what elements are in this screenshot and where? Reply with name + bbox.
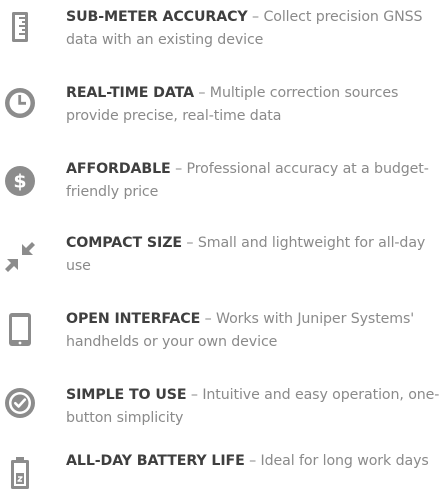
- dollar-icon: $: [3, 164, 37, 198]
- feature-text: REAL-TIME DATA – Multiple correction sou…: [66, 82, 442, 128]
- feature-text: AFFORDABLE – Professional accuracy at a …: [66, 158, 442, 204]
- feature-title: SIMPLE TO USE: [66, 387, 187, 403]
- feature-separator: –: [186, 387, 203, 403]
- checkmark-circle-icon: [3, 386, 37, 420]
- phone-device-icon: [3, 312, 37, 346]
- feature-text: SIMPLE TO USE – Intuitive and easy opera…: [66, 384, 442, 430]
- feature-text: ALL-DAY BATTERY LIFE – Ideal for long wo…: [66, 450, 442, 473]
- feature-separator: –: [181, 235, 198, 251]
- feature-text: COMPACT SIZE – Small and lightweight for…: [66, 232, 442, 278]
- feature-separator: –: [170, 161, 187, 177]
- feature-title: AFFORDABLE: [66, 161, 171, 177]
- feature-text: SUB-METER ACCURACY – Collect precision G…: [66, 6, 442, 52]
- feature-title: REAL-TIME DATA: [66, 85, 194, 101]
- feature-title: OPEN INTERFACE: [66, 311, 201, 327]
- compress-arrows-icon: [3, 240, 37, 274]
- ruler-icon: [3, 10, 37, 44]
- feature-separator: –: [244, 453, 261, 469]
- feature-title: SUB-METER ACCURACY: [66, 9, 248, 25]
- feature-separator: –: [193, 85, 210, 101]
- feature-text: OPEN INTERFACE – Works with Juniper Syst…: [66, 308, 442, 354]
- svg-text:$: $: [13, 171, 26, 193]
- feature-title: COMPACT SIZE: [66, 235, 182, 251]
- battery-icon: [3, 456, 37, 490]
- clock-icon: [3, 86, 37, 120]
- feature-separator: –: [200, 311, 216, 327]
- feature-description: Ideal for long work days: [260, 453, 429, 469]
- feature-separator: –: [247, 9, 264, 25]
- feature-title: ALL-DAY BATTERY LIFE: [66, 453, 245, 469]
